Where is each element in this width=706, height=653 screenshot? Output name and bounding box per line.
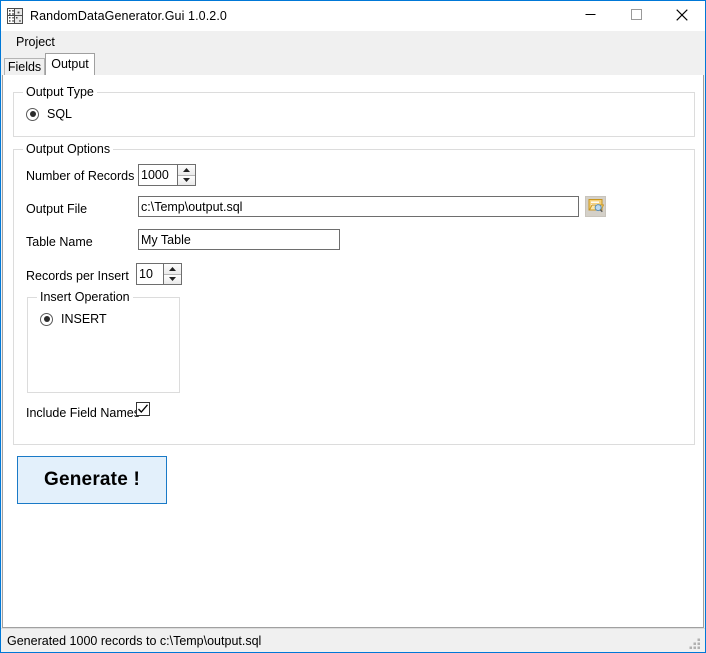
records-per-insert-spin-buttons xyxy=(163,264,181,284)
radio-output-type-sql[interactable]: SQL xyxy=(26,107,72,121)
window-title: RandomDataGenerator.Gui 1.0.2.0 xyxy=(30,9,227,23)
browse-output-file-button[interactable] xyxy=(585,196,606,217)
checkmark-icon xyxy=(137,403,149,415)
radio-icon xyxy=(26,107,39,121)
radio-output-type-sql-label: SQL xyxy=(47,107,73,121)
number-of-records-stepper[interactable] xyxy=(138,164,196,186)
include-field-names-checkbox[interactable] xyxy=(136,402,150,416)
generate-button[interactable]: Generate ! xyxy=(17,456,167,504)
spinner-up-button[interactable] xyxy=(178,165,195,176)
close-icon xyxy=(676,8,688,24)
title-bar: RandomDataGenerator.Gui 1.0.2.0 xyxy=(1,1,705,31)
spinner-up-button[interactable] xyxy=(164,264,181,275)
close-button[interactable] xyxy=(659,1,705,31)
number-of-records-label: Number of Records xyxy=(26,169,135,183)
include-field-names-label: Include Field Names xyxy=(26,406,140,420)
minimize-button[interactable] xyxy=(567,1,613,31)
radio-insert-operation-insert[interactable]: INSERT xyxy=(40,312,107,326)
table-name-label: Table Name xyxy=(26,235,93,249)
output-file-input[interactable] xyxy=(141,197,576,216)
menu-item-project[interactable]: Project xyxy=(7,31,64,53)
output-options-group-title: Output Options xyxy=(23,142,114,156)
insert-operation-group-title: Insert Operation xyxy=(37,290,133,304)
minimize-icon xyxy=(585,9,596,23)
menu-bar: Project xyxy=(1,31,705,53)
maximize-button[interactable] xyxy=(613,1,659,31)
tab-strip: Fields Output xyxy=(1,53,705,75)
insert-operation-groupbox: Insert Operation INSERT xyxy=(27,290,180,393)
records-per-insert-input[interactable] xyxy=(137,264,163,284)
spinner-down-button[interactable] xyxy=(164,274,181,284)
tab-page-output: Output Type SQL Output Options Number of… xyxy=(2,75,704,628)
output-options-groupbox: Output Options Number of Records Output … xyxy=(13,142,695,445)
status-bar: Generated 1000 records to c:\Temp\output… xyxy=(1,628,705,652)
application-window: RandomDataGenerator.Gui 1.0.2.0 Project … xyxy=(0,0,706,653)
radio-icon xyxy=(40,312,53,326)
tab-fields[interactable]: Fields xyxy=(4,58,45,75)
resize-grip-icon[interactable] xyxy=(688,636,702,650)
output-type-groupbox: Output Type SQL xyxy=(13,85,695,137)
dice-app-icon xyxy=(7,8,23,24)
output-type-group-title: Output Type xyxy=(23,85,97,99)
maximize-icon xyxy=(630,9,642,23)
spinner-down-button[interactable] xyxy=(178,175,195,185)
output-file-label: Output File xyxy=(26,202,88,216)
number-of-records-input[interactable] xyxy=(139,165,177,185)
records-per-insert-stepper[interactable] xyxy=(136,263,182,285)
window-controls xyxy=(567,1,705,31)
number-of-records-spin-buttons xyxy=(177,165,195,185)
table-name-input[interactable] xyxy=(141,230,337,249)
records-per-insert-label: Records per Insert xyxy=(26,269,129,283)
status-message: Generated 1000 records to c:\Temp\output… xyxy=(7,633,262,648)
tab-output[interactable]: Output xyxy=(45,53,95,75)
radio-insert-operation-insert-label: INSERT xyxy=(61,312,107,326)
open-folder-icon xyxy=(588,198,604,216)
